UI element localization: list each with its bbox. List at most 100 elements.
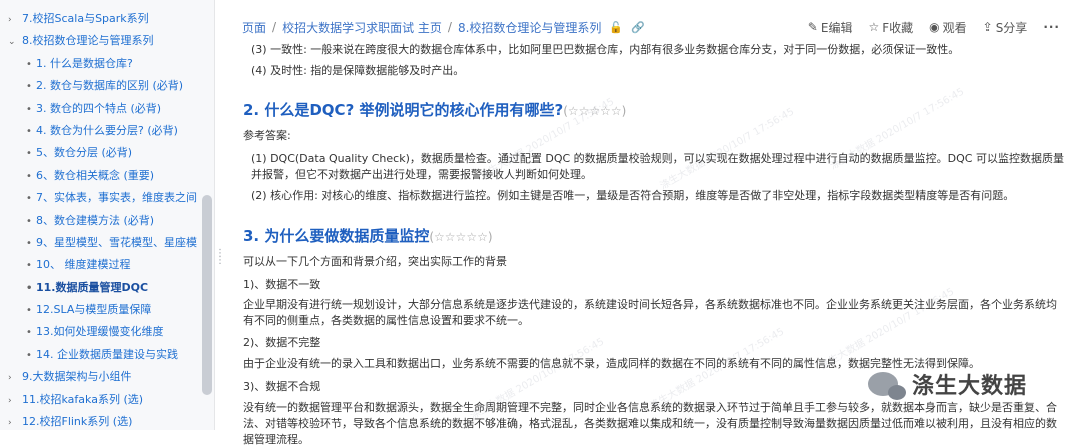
bullet-icon: • [26, 237, 32, 249]
unlock-icon[interactable]: 🔓 [609, 21, 623, 34]
sidebar-item[interactable]: › 7.校招Scala与Spark系列 [0, 8, 214, 30]
sidebar-item-label: 8、数仓建模方法 (必背) [36, 213, 155, 227]
paragraph-consistency: (3) 一致性: 一般来说在跨度很大的数据仓库体系中，比如阿里巴巴数据仓库，内部… [251, 43, 960, 56]
sidebar-item-label: 9.大数据架构与小组件 [22, 370, 132, 384]
sidebar-item-label: 14. 企业数据质量建设与实践 [36, 347, 178, 361]
resize-handle[interactable]: ⋮ ⋮ [215, 249, 225, 266]
reference-label: 参考答案: [243, 129, 291, 142]
page-tree: › 7.校招Scala与Spark系列 ⌄ 8.校招数仓理论与管理系列 • 1. 什么是数… [0, 0, 214, 430]
sidebar: › 7.校招Scala与Spark系列 ⌄ 8.校招数仓理论与管理系列 • 1. 什么是数… [0, 0, 215, 430]
bullet-icon: • [26, 125, 32, 137]
sidebar-item[interactable]: › 12.校招Flink系列 (选) [0, 411, 214, 430]
sidebar-scrollbar[interactable] [202, 195, 212, 395]
bullet-icon: • [26, 282, 33, 294]
bullet-icon: • [26, 81, 32, 93]
rating-stars: (☆☆☆☆☆) [563, 104, 627, 118]
pencil-icon: ✎ [807, 20, 818, 34]
subheading-inconsistent: 1)、数据不一致 [243, 278, 321, 291]
sidebar-item[interactable]: • 2. 数仓与数据库的区别 (必背) [0, 75, 214, 97]
bullet-icon: • [26, 260, 32, 272]
heading-dqc: 2. 什么是DQC? 举例说明它的核心作用有哪些?(☆☆☆☆☆) [243, 100, 626, 121]
sidebar-item-label: 9、星型模型、雪花模型、星座模 [36, 235, 197, 249]
sidebar-item[interactable]: • 7、实体表，事实表，维度表之间 [0, 187, 214, 209]
bullet-icon: • [26, 349, 32, 361]
star-icon: ☆ [868, 20, 880, 34]
bullet-icon: • [26, 148, 32, 160]
sidebar-item[interactable]: • 4. 数仓为什么要分层? (必背) [0, 120, 214, 142]
wechat-icon [868, 372, 906, 400]
wechat-brand: 涤生大数据 [912, 374, 1028, 399]
heading-monitoring: 3. 为什么要做数据质量监控(☆☆☆☆☆) [243, 226, 493, 247]
wechat-watermark: 涤生大数据 [868, 366, 1027, 402]
breadcrumb: 页面 / 校招大数据学习求职面试 主页 / 8.校招数仓理论与管理系列 🔓 🔗 [242, 19, 645, 36]
sidebar-item-label: 5、数仓分层 (必背) [36, 146, 133, 160]
bullet-icon: • [26, 170, 32, 182]
paragraph-dqc-definition: (1) DQC(Data Quality Check)，数据质量检查。通过配置 … [251, 152, 1064, 181]
attachment-icon[interactable]: 🔗 [631, 21, 645, 34]
breadcrumb-separator: / [447, 20, 452, 34]
bullet-icon: • [26, 215, 32, 227]
eye-icon: ◉ [929, 20, 940, 34]
breadcrumb-separator: / [272, 20, 277, 34]
sidebar-item[interactable]: • 8、数仓建模方法 (必背) [0, 210, 214, 232]
bullet-icon: • [26, 103, 32, 115]
paragraph-inconsistent: 企业早期没有进行统一规划设计，大部分信息系统是逐步迭代建设的，系统建设时间长短各… [243, 298, 1057, 327]
share-button[interactable]: ⇪ S分享 [983, 19, 1028, 36]
sidebar-item[interactable]: • 1. 什么是数据仓库? [0, 53, 214, 75]
sidebar-item[interactable]: • 5、数仓分层 (必背) [0, 142, 214, 164]
breadcrumb-current[interactable]: 8.校招数仓理论与管理系列 [458, 19, 601, 36]
subheading-incomplete: 2)、数据不完整 [243, 336, 321, 349]
chevron-right-icon[interactable]: › [8, 412, 22, 430]
sidebar-item-label: 7.校招Scala与Spark系列 [22, 12, 149, 25]
chevron-right-icon[interactable]: › [8, 390, 22, 411]
sidebar-item-label: 4. 数仓为什么要分层? (必背) [36, 123, 178, 137]
favorite-label: F收藏 [882, 20, 914, 35]
share-label: S分享 [995, 20, 1028, 35]
share-icon: ⇪ [982, 20, 993, 34]
watch-label: 观看 [942, 20, 967, 35]
sidebar-item[interactable]: • 13.如何处理缓慢变化维度 [0, 321, 214, 343]
bullet-icon: • [26, 193, 32, 205]
bullet-icon: • [26, 58, 32, 70]
sidebar-item-label: 11.校招kafaka系列 (选) [22, 392, 144, 406]
sidebar-item[interactable]: • 9、星型模型、雪花模型、星座模 [0, 232, 214, 254]
paragraph-intro: 可以从一下几个方面和背景介绍，突出实际工作的背景 [243, 255, 507, 268]
sidebar-item[interactable]: • 11.数据质量管理DQC [0, 277, 214, 299]
sidebar-item[interactable]: ⌄ 8.校招数仓理论与管理系列 [0, 30, 214, 52]
breadcrumb-pages[interactable]: 页面 [242, 19, 266, 36]
heading-monitoring-text: 3. 为什么要做数据质量监控 [243, 227, 430, 245]
sidebar-item-label: 12.SLA与模型质量保障 [36, 303, 152, 317]
sidebar-item-label: 12.校招Flink系列 (选) [22, 415, 133, 429]
breadcrumb-home[interactable]: 校招大数据学习求职面试 主页 [282, 19, 442, 36]
sidebar-item[interactable]: • 10、 维度建模过程 [0, 254, 214, 276]
sidebar-item[interactable]: › 11.校招kafaka系列 (选) [0, 389, 214, 411]
favorite-button[interactable]: ☆ F收藏 [868, 19, 913, 36]
sidebar-item[interactable]: • 12.SLA与模型质量保障 [0, 299, 214, 321]
sidebar-item-label: 7、实体表，事实表，维度表之间 [36, 191, 197, 205]
sidebar-item-label: 3. 数仓的四个特点 (必背) [36, 101, 162, 115]
sidebar-item[interactable]: • 3. 数仓的四个特点 (必背) [0, 98, 214, 120]
sidebar-item-label: 13.如何处理缓慢变化维度 [36, 325, 164, 339]
edit-label: E编辑 [820, 20, 853, 35]
chevron-right-icon[interactable]: › [8, 367, 22, 388]
sidebar-item-label: 8.校招数仓理论与管理系列 [22, 34, 154, 48]
sidebar-item[interactable]: • 14. 企业数据质量建设与实践 [0, 344, 214, 366]
sidebar-item-label: 1. 什么是数据仓库? [36, 56, 133, 70]
sidebar-item-label: 6、数仓相关概念 (重要) [36, 168, 155, 182]
more-button[interactable]: ··· [1043, 20, 1060, 34]
chevron-down-icon[interactable]: ⌄ [8, 31, 22, 52]
sidebar-item[interactable]: › 9.大数据架构与小组件 [0, 366, 214, 388]
sidebar-item-label: 11.数据质量管理DQC [36, 280, 149, 294]
paragraph-timeliness: (4) 及时性: 指的是保障数据能够及时产出。 [251, 64, 465, 77]
sidebar-item-label: 2. 数仓与数据库的区别 (必背) [36, 79, 184, 93]
sidebar-item-label: 10、 维度建模过程 [36, 258, 131, 272]
rating-stars: (☆☆☆☆☆) [429, 230, 493, 244]
edit-button[interactable]: ✎ E编辑 [808, 19, 853, 36]
watch-button[interactable]: ◉ 观看 [929, 19, 967, 36]
paragraph-dqc-role: (2) 核心作用: 对核心的维度、指标数据进行监控。例如主键是否唯一，量级是否符… [251, 189, 1015, 202]
heading-dqc-text: 2. 什么是DQC? 举例说明它的核心作用有哪些? [243, 101, 564, 119]
sidebar-item[interactable]: • 6、数仓相关概念 (重要) [0, 165, 214, 187]
paragraph-noncompliant: 没有统一的数据管理平台和数据源头，数据全生命周期管理不完整，同时企业各信息系统的… [243, 401, 1057, 446]
bullet-icon: • [26, 305, 32, 317]
chevron-right-icon[interactable]: › [8, 9, 22, 30]
